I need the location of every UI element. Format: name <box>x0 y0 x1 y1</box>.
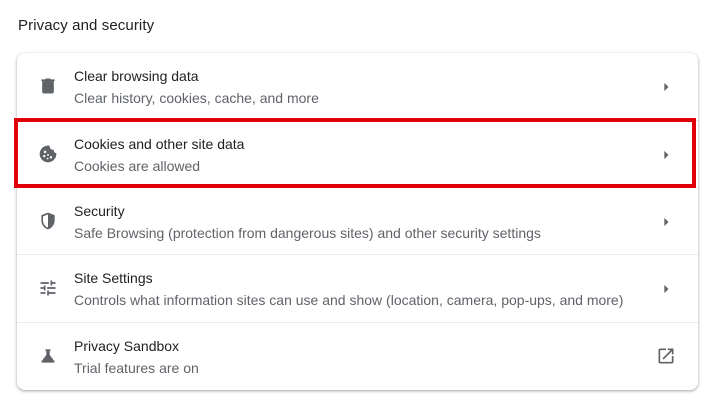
row-label: Clear browsing data <box>74 68 199 84</box>
site-settings-row[interactable]: Site Settings Controls what information … <box>17 254 698 321</box>
row-label: Site Settings <box>74 270 153 286</box>
cookies-and-site-data-row[interactable]: Cookies and other site data Cookies are … <box>17 120 698 187</box>
shield-icon <box>38 211 58 231</box>
external-link-icon[interactable] <box>656 346 676 366</box>
section-title: Privacy and security <box>18 17 155 34</box>
cookie-icon <box>38 144 58 164</box>
arrow-right-icon[interactable] <box>656 145 676 165</box>
tune-icon <box>38 278 58 298</box>
row-sublabel: Controls what information sites can use … <box>74 292 624 308</box>
row-label: Security <box>74 203 125 219</box>
trash-icon <box>38 76 58 96</box>
row-label: Privacy Sandbox <box>74 338 180 354</box>
row-sublabel: Safe Browsing (protection from dangerous… <box>74 225 541 241</box>
privacy-sandbox-row[interactable]: Privacy Sandbox Trial features are on <box>17 322 698 389</box>
row-sublabel: Trial features are on <box>74 360 199 376</box>
flask-icon <box>38 346 58 366</box>
arrow-right-icon[interactable] <box>656 279 676 299</box>
security-row[interactable]: Security Safe Browsing (protection from … <box>17 187 698 254</box>
row-sublabel: Clear history, cookies, cache, and more <box>74 90 319 106</box>
arrow-right-icon[interactable] <box>656 212 676 232</box>
row-sublabel: Cookies are allowed <box>74 158 201 174</box>
row-label: Cookies and other site data <box>74 136 245 152</box>
clear-browsing-data-row[interactable]: Clear browsing data Clear history, cooki… <box>17 53 698 120</box>
privacy-settings-card: Clear browsing data Clear history, cooki… <box>17 53 698 390</box>
arrow-right-icon[interactable] <box>656 77 676 97</box>
